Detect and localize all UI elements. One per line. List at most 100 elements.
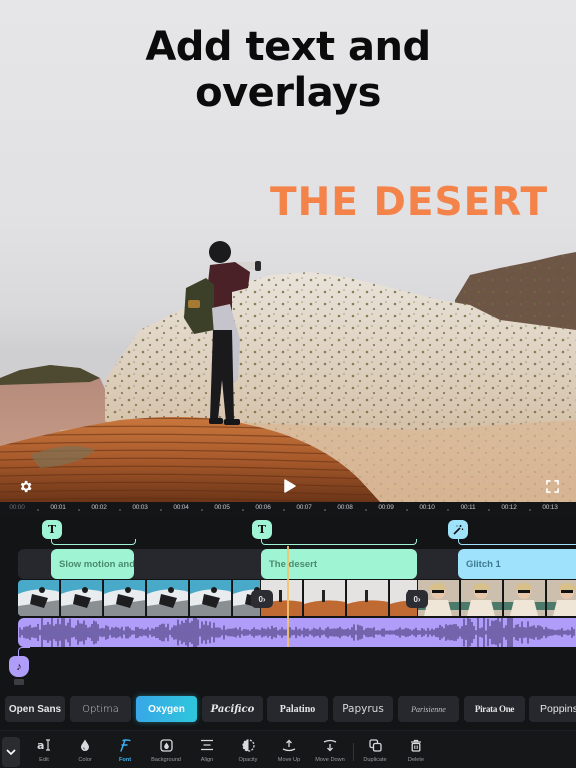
font-label: Oxygen [148, 703, 185, 715]
font-picker[interactable]: Open Sans Optima Oxygen Pacifico Palatin… [0, 688, 576, 730]
font-label: Palatino [279, 703, 316, 715]
text-marker-1[interactable]: T [42, 520, 62, 539]
opacity-icon [241, 737, 255, 753]
move-up-icon [281, 737, 297, 753]
effect-clip-glitch[interactable]: Glitch 1 [458, 549, 576, 579]
video-frame [104, 580, 146, 616]
waveform-path [19, 618, 575, 647]
font-icon [119, 737, 131, 753]
tool-label: Font [118, 757, 132, 763]
font-papyrus[interactable]: Papyrus [333, 696, 393, 722]
text-icon: T [257, 523, 267, 536]
text-toolbar: a Edit Color Font Background Align Opaci… [0, 730, 576, 768]
effect-marker[interactable] [448, 520, 468, 539]
time-tick-label: 00:03 [132, 504, 148, 511]
magic-wand-icon [453, 524, 464, 535]
tool-duplicate[interactable]: Duplicate [353, 737, 397, 767]
chevron-down-icon [6, 749, 16, 755]
tool-label: Align [200, 757, 214, 763]
time-tick-label: 00:11 [460, 504, 476, 511]
time-tick-dot [118, 509, 121, 511]
video-frame [347, 580, 389, 616]
font-parisienne[interactable]: Parisienne [398, 696, 459, 722]
video-frame [547, 580, 576, 616]
font-label: Pirata One [474, 704, 515, 714]
font-pacifico[interactable]: Pacifico [202, 696, 263, 722]
video-frame [61, 580, 103, 616]
tool-move-up[interactable]: Move Up [267, 737, 311, 767]
settings-button[interactable] [15, 476, 35, 496]
tool-label: Background [151, 757, 181, 763]
effect-bracket [458, 539, 576, 545]
tool-move-down[interactable]: Move Down [308, 737, 352, 767]
text-icon: T [47, 523, 57, 536]
font-label: Optima [82, 703, 119, 715]
time-tick-dot [405, 509, 408, 511]
time-tick-label: 00:07 [296, 504, 312, 511]
duplicate-icon [368, 737, 382, 753]
collapse-button[interactable] [2, 737, 20, 767]
tool-opacity[interactable]: Opacity [226, 737, 270, 767]
clip-bracket-2 [261, 539, 417, 545]
color-drop-icon [80, 737, 90, 753]
time-tick-label: 00:09 [378, 504, 394, 511]
headline-line-2: overlays [195, 70, 381, 116]
tool-label: Duplicate [363, 757, 387, 763]
tool-label: Delete [407, 757, 425, 763]
video-track[interactable] [18, 580, 576, 616]
time-tick-label: 00:06 [255, 504, 271, 511]
align-icon [200, 737, 214, 753]
time-tick-dot [282, 509, 285, 511]
video-preview[interactable]: Add text and overlays THE DESERT [0, 0, 576, 502]
text-clip-the-desert[interactable]: The desert [261, 549, 417, 579]
font-poppins[interactable]: Poppins [529, 696, 576, 722]
tool-color[interactable]: Color [63, 737, 107, 767]
transition-button-1[interactable]: 0› [251, 590, 273, 608]
tool-align[interactable]: Align [185, 737, 229, 767]
headline-line-1: Add text and [145, 24, 431, 70]
time-tick-dot [241, 509, 244, 511]
tool-delete[interactable]: Delete [394, 737, 438, 767]
font-palatino[interactable]: Palatino [267, 696, 328, 722]
time-tick-dot [364, 509, 367, 511]
font-optima[interactable]: Optima [70, 696, 131, 722]
tool-label: Color [78, 757, 92, 763]
tool-label: Move Down [315, 757, 345, 763]
time-tick-label: 00:12 [501, 504, 517, 511]
play-button[interactable] [280, 476, 300, 496]
video-frame [190, 580, 232, 616]
tool-label: Move Up [277, 757, 301, 763]
clip-bracket-1 [51, 539, 136, 545]
font-label: Parisienne [411, 704, 446, 714]
time-tick-dot [528, 509, 531, 511]
audio-badge [14, 679, 24, 685]
video-frame [504, 580, 546, 616]
move-down-icon [322, 737, 338, 753]
transition-button-2[interactable]: 0› [406, 590, 428, 608]
tool-background[interactable]: Background [144, 737, 188, 767]
audio-marker[interactable]: ♪ [9, 656, 29, 677]
font-pirata-one[interactable]: Pirata One [464, 696, 525, 722]
tool-label: Opacity [238, 757, 258, 763]
audio-track[interactable] [18, 618, 576, 647]
text-overlay-the-desert[interactable]: THE DESERT [270, 180, 548, 225]
time-tick-dot [77, 509, 80, 511]
video-frame [18, 580, 60, 616]
tool-font[interactable]: Font [103, 737, 147, 767]
timeline[interactable]: T Slow motion and T The desert Glitch 1 [0, 516, 576, 688]
playhead[interactable] [287, 546, 289, 647]
text-marker-2[interactable]: T [252, 520, 272, 539]
fullscreen-button[interactable] [542, 476, 562, 496]
time-tick-label: 00:13 [542, 504, 558, 511]
time-tick-label: 00:01 [50, 504, 66, 511]
font-open-sans[interactable]: Open Sans [5, 696, 65, 722]
font-oxygen[interactable]: Oxygen [136, 696, 197, 722]
svg-text:a: a [37, 739, 44, 751]
music-note-icon: ♪ [16, 660, 22, 673]
time-ruler[interactable]: 00:00 00:01 00:02 00:03 00:04 00:05 00:06 00:07… [0, 502, 576, 516]
video-frame [461, 580, 503, 616]
text-clip-slow-motion[interactable]: Slow motion and [51, 549, 134, 579]
tool-edit[interactable]: a Edit [22, 737, 66, 767]
time-tick-dot [487, 509, 490, 511]
headline: Add text and overlays [0, 24, 576, 116]
